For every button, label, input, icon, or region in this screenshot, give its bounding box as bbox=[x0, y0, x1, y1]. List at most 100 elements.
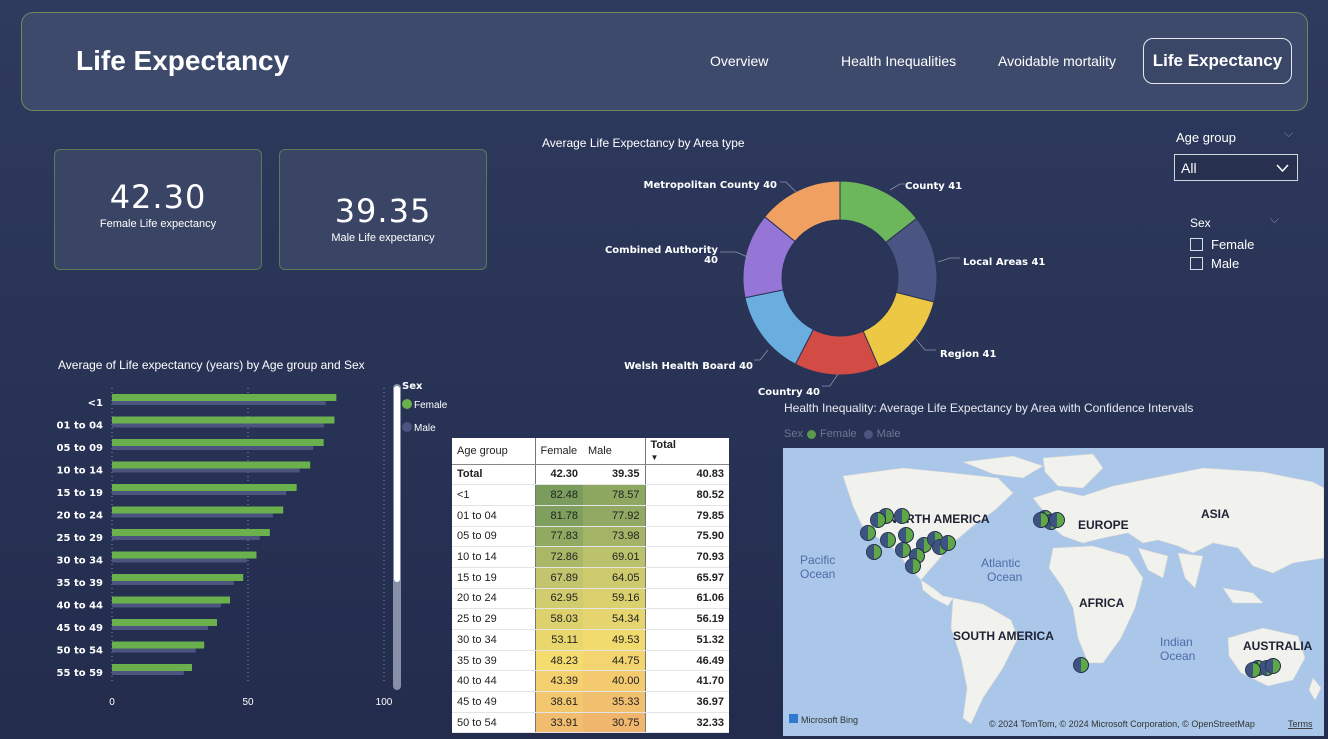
bar-legend-male[interactable]: Male bbox=[414, 423, 436, 434]
bar-female[interactable] bbox=[112, 529, 270, 536]
x-tick-label: 50 bbox=[242, 697, 254, 708]
category-label: 10 to 14 bbox=[57, 466, 103, 477]
age-group-selected: All bbox=[1181, 160, 1197, 176]
matrix-row[interactable]: 45 to 49 38.61 35.33 36.97 bbox=[452, 691, 729, 713]
male-swatch-icon bbox=[863, 429, 873, 439]
male-legend-icon[interactable] bbox=[402, 422, 412, 432]
map-canvas[interactable]: NORTH AMERICA EUROPE ASIA AFRICA SOUTH A… bbox=[783, 448, 1324, 736]
matrix-row[interactable]: 40 to 44 43.39 40.00 41.70 bbox=[452, 670, 729, 693]
bar-legend-title: Sex bbox=[402, 381, 423, 392]
matrix-row[interactable]: 25 to 29 58.03 54.34 56.19 bbox=[452, 608, 729, 630]
matrix-row[interactable]: <1 82.48 78.57 80.52 bbox=[452, 484, 729, 506]
bar-female[interactable] bbox=[112, 394, 337, 401]
chevron-down-icon[interactable]: ⌵ bbox=[1284, 126, 1293, 141]
matrix-value-cell: 54.34 bbox=[583, 608, 645, 630]
matrix-row[interactable]: 01 to 04 81.78 77.92 79.85 bbox=[452, 505, 729, 527]
matrix-age-cell: 10 to 14 bbox=[452, 546, 535, 568]
matrix-value-cell: 48.23 bbox=[534, 650, 583, 672]
bar-legend-female[interactable]: Female bbox=[414, 400, 448, 411]
matrix-value-cell: 38.61 bbox=[534, 691, 583, 713]
matrix-row[interactable]: 35 to 39 48.23 44.75 46.49 bbox=[452, 650, 729, 672]
matrix-total-cell: 70.93 bbox=[644, 546, 729, 568]
matrix-row[interactable]: 50 to 54 33.91 30.75 32.33 bbox=[452, 712, 729, 734]
bar-female[interactable] bbox=[112, 641, 205, 649]
svg-text:Indian: Indian bbox=[1160, 635, 1193, 649]
bar-female[interactable] bbox=[112, 484, 297, 491]
life-expectancy-matrix[interactable]: Age group Female Male Total ▼ Total 42.30… bbox=[452, 438, 729, 734]
bar-female[interactable] bbox=[112, 596, 231, 604]
bar-chart-title: Average of Life expectancy (years) by Ag… bbox=[58, 358, 365, 372]
world-map[interactable]: NORTH AMERICA EUROPE ASIA AFRICA SOUTH A… bbox=[783, 448, 1324, 736]
nav-health-inequalities[interactable]: Health Inequalities bbox=[841, 53, 956, 69]
leader-line bbox=[780, 181, 797, 193]
nav-avoidable-mortality[interactable]: Avoidable mortality bbox=[998, 53, 1116, 69]
bar-female[interactable] bbox=[112, 439, 324, 446]
matrix-total-cell: 79.85 bbox=[644, 505, 729, 527]
age-group-dropdown[interactable]: All bbox=[1174, 154, 1298, 181]
map-terms-link[interactable]: Terms bbox=[1288, 719, 1313, 729]
bar-female[interactable] bbox=[112, 619, 218, 626]
matrix-value-cell: 40.00 bbox=[583, 670, 645, 693]
sex-option-male[interactable]: Male bbox=[1190, 256, 1239, 271]
matrix-row[interactable]: 20 to 24 62.95 59.16 61.06 bbox=[452, 588, 729, 610]
svg-text:Ocean: Ocean bbox=[800, 567, 835, 581]
scrollbar-thumb[interactable] bbox=[394, 386, 400, 582]
female-kpi-label: Female Life expectancy bbox=[99, 218, 217, 230]
leader-line bbox=[889, 183, 905, 191]
leader-line bbox=[822, 373, 839, 387]
bar-chart[interactable]: 0 50 100 <1 01 to 04 05 to 09 10 to 14 15 to 19… bbox=[40, 378, 460, 718]
svg-text:Pacific: Pacific bbox=[800, 553, 835, 567]
matrix-col-age-group[interactable]: Age group bbox=[452, 438, 535, 465]
donut-label: County 41 bbox=[905, 181, 962, 192]
map-copyright: © 2024 TomTom, © 2024 Microsoft Corporat… bbox=[989, 719, 1255, 729]
matrix-age-cell: 40 to 44 bbox=[452, 670, 535, 693]
matrix-col-female[interactable]: Female bbox=[534, 438, 583, 465]
nav-life-expectancy[interactable]: Life Expectancy bbox=[1143, 38, 1292, 84]
matrix-total-cell: 80.52 bbox=[644, 484, 729, 506]
bar-female[interactable] bbox=[112, 416, 335, 424]
category-label: 50 to 54 bbox=[57, 646, 103, 657]
matrix-value-cell: 72.86 bbox=[534, 546, 583, 568]
bar-female[interactable] bbox=[112, 461, 311, 469]
matrix-col-male[interactable]: Male bbox=[583, 438, 645, 465]
matrix-value-cell: 43.39 bbox=[534, 670, 583, 693]
matrix-col-total[interactable]: Total ▼ bbox=[644, 438, 729, 465]
matrix-row[interactable]: 10 to 14 72.86 69.01 70.93 bbox=[452, 546, 729, 568]
male-kpi-value: 39.35 bbox=[334, 192, 432, 230]
matrix-total-row[interactable]: Total 42.30 39.35 40.83 bbox=[452, 464, 729, 486]
map-legend-female: Female bbox=[819, 428, 857, 440]
land-shapes bbox=[842, 453, 1324, 725]
bar-female[interactable] bbox=[112, 551, 257, 559]
matrix-value-cell: 35.33 bbox=[583, 691, 645, 713]
female-legend-icon[interactable] bbox=[402, 399, 412, 409]
donut-chart[interactable]: County 41 Local Areas 41 Region 41 Country … bbox=[540, 160, 1060, 400]
category-label: 20 to 24 bbox=[57, 511, 103, 522]
svg-text:Atlantic: Atlantic bbox=[981, 556, 1020, 570]
matrix-value-cell: 77.83 bbox=[534, 526, 583, 548]
matrix-row[interactable]: 30 to 34 53.11 49.53 51.32 bbox=[452, 629, 729, 651]
matrix-total-cell: 65.97 bbox=[644, 567, 729, 589]
category-label: 30 to 34 bbox=[57, 556, 103, 567]
bar-female[interactable] bbox=[112, 664, 192, 671]
bar-female[interactable] bbox=[112, 506, 284, 514]
matrix-value-cell: 53.11 bbox=[534, 629, 583, 651]
matrix-row[interactable]: 05 to 09 77.83 73.98 75.90 bbox=[452, 526, 729, 548]
map-marker-male bbox=[1033, 512, 1041, 528]
nav-overview[interactable]: Overview bbox=[710, 53, 768, 69]
matrix-value-cell: 73.98 bbox=[583, 526, 645, 548]
donut-label: Region 41 bbox=[940, 349, 996, 360]
category-label: 01 to 04 bbox=[57, 421, 103, 432]
sex-option-female[interactable]: Female bbox=[1190, 237, 1254, 252]
chevron-down-icon[interactable]: ⌵ bbox=[1270, 212, 1279, 227]
checkbox-icon[interactable] bbox=[1190, 238, 1203, 251]
matrix-value-cell: 82.48 bbox=[534, 484, 583, 506]
matrix-row[interactable]: 15 to 19 67.89 64.05 65.97 bbox=[452, 567, 729, 589]
sort-desc-icon: ▼ bbox=[650, 452, 659, 462]
checkbox-icon[interactable] bbox=[1190, 257, 1203, 270]
matrix-value-cell: 42.30 bbox=[534, 464, 583, 486]
bar-female[interactable] bbox=[112, 574, 244, 581]
female-swatch-icon bbox=[806, 429, 816, 439]
matrix-age-cell: 35 to 39 bbox=[452, 650, 535, 672]
male-kpi-label: Male Life expectancy bbox=[331, 232, 435, 244]
svg-text:Ocean: Ocean bbox=[1160, 649, 1195, 663]
